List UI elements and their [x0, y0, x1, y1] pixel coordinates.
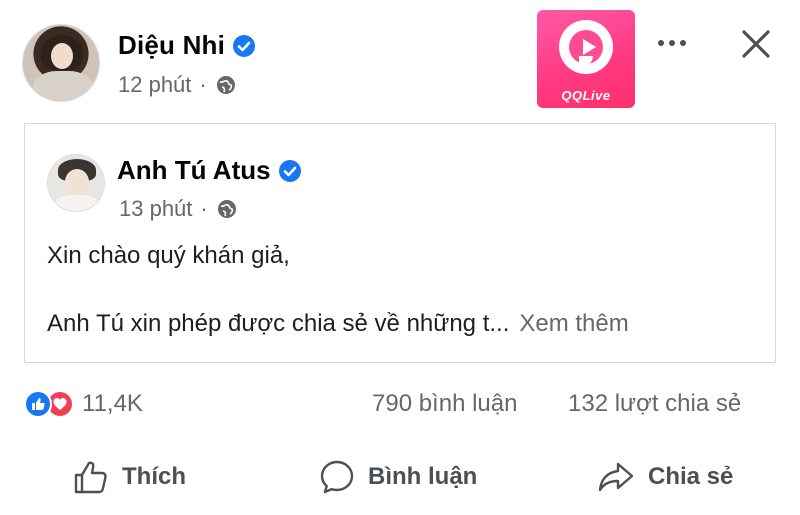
- shares-count-link[interactable]: 132 lượt chia sẻ: [568, 390, 741, 418]
- post-header: Diệu Nhi 12 phút · QQLive: [0, 0, 800, 115]
- dot-icon: [658, 40, 664, 46]
- brand-logo-text: QQLive: [561, 88, 611, 103]
- see-more-link[interactable]: Xem thêm: [519, 310, 628, 337]
- like-button[interactable]: Thích: [72, 458, 186, 496]
- shared-author-name[interactable]: Anh Tú Atus: [117, 155, 271, 186]
- shared-author-avatar[interactable]: [47, 154, 105, 212]
- like-reaction-icon: [24, 390, 52, 418]
- comments-count-link[interactable]: 790 bình luận: [372, 390, 517, 418]
- post-meta: 12 phút ·: [118, 72, 237, 98]
- author-name-row: Diệu Nhi: [118, 30, 256, 61]
- shared-post-text-line: Xin chào quý khán giả,: [47, 242, 290, 269]
- globe-icon: [215, 74, 237, 96]
- comment-button[interactable]: Bình luận: [318, 458, 477, 496]
- comment-label: Bình luận: [368, 463, 478, 490]
- thumbs-up-icon: [74, 461, 107, 494]
- meta-separator: ·: [200, 196, 208, 221]
- share-arrow-icon: [598, 462, 634, 492]
- dot-icon: [680, 40, 686, 46]
- shared-author-name-row: Anh Tú Atus: [117, 155, 301, 186]
- dot-icon: [669, 40, 675, 46]
- like-label: Thích: [122, 463, 186, 490]
- qqlive-logo: QQLive: [537, 10, 635, 108]
- verified-badge-icon: [278, 159, 301, 182]
- reactions-count: 11,4K: [82, 390, 143, 417]
- comment-bubble-icon: [320, 460, 354, 494]
- share-button[interactable]: Chia sẻ: [596, 458, 733, 496]
- close-icon: [742, 30, 770, 58]
- globe-icon: [216, 198, 238, 220]
- close-button[interactable]: [736, 24, 776, 64]
- shared-post-text-line-2: Anh Tú xin phép được chia sẻ về những t.…: [47, 310, 629, 338]
- post-time[interactable]: 12 phút: [118, 72, 191, 98]
- author-avatar[interactable]: [22, 24, 100, 102]
- author-name[interactable]: Diệu Nhi: [118, 30, 225, 61]
- verified-badge-icon: [233, 34, 256, 57]
- shared-post-meta: 13 phút ·: [119, 196, 238, 222]
- shared-post-excerpt: Anh Tú xin phép được chia sẻ về những t.…: [47, 310, 510, 337]
- shared-post-card[interactable]: Anh Tú Atus 13 phút · Xin chào quý khán …: [24, 123, 776, 363]
- post-stats: 11,4K 790 bình luận 132 lượt chia sẻ: [0, 380, 800, 428]
- shared-post-time[interactable]: 13 phút: [119, 196, 192, 222]
- meta-separator: ·: [199, 72, 207, 97]
- share-label: Chia sẻ: [648, 463, 734, 490]
- post-actions-bar: Thích Bình luận Chia sẻ: [0, 450, 800, 510]
- reactions-summary[interactable]: 11,4K: [24, 390, 143, 418]
- more-options-button[interactable]: [650, 28, 694, 58]
